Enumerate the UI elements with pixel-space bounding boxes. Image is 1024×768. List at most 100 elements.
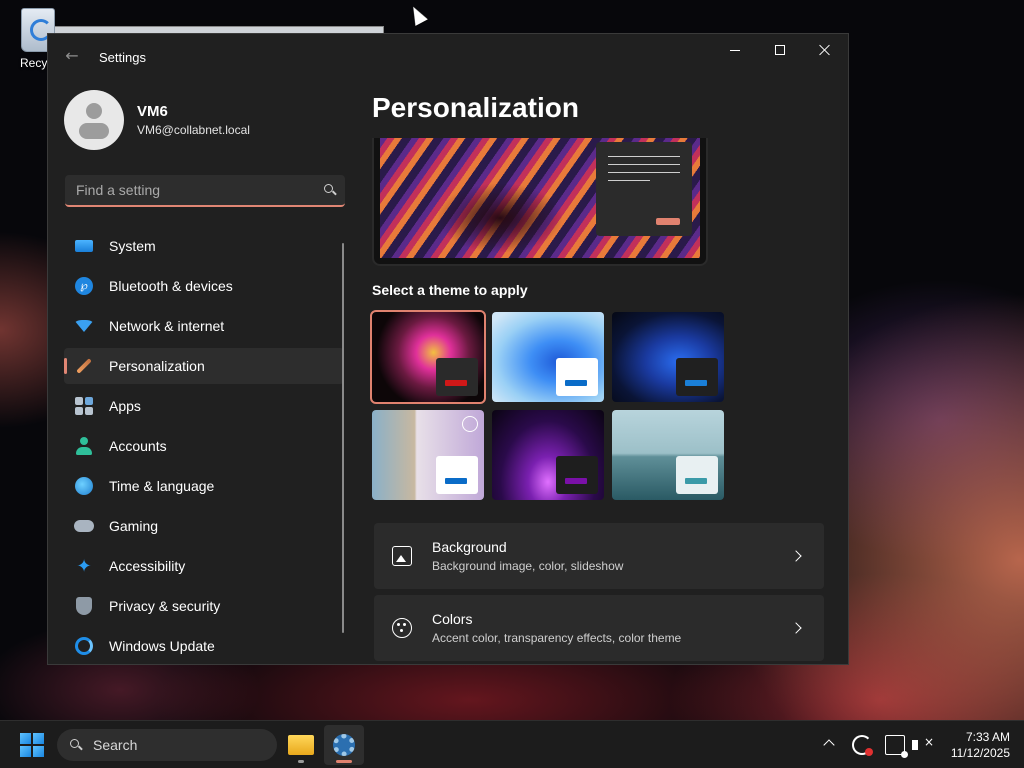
sidebar-item-bluetooth-devices[interactable]: ℘ Bluetooth & devices (64, 268, 344, 304)
apps-icon (74, 396, 94, 416)
search-icon[interactable] (315, 175, 345, 205)
sidebar-item-windows-update[interactable]: Windows Update (64, 628, 344, 664)
sidebar-item-label: Privacy & security (109, 598, 221, 614)
theme-accent-swatch (445, 380, 467, 386)
sidebar-item-label: Personalization (109, 358, 205, 374)
sidebar-item-label: Accessibility (109, 558, 186, 574)
page-title: Personalization (372, 92, 579, 123)
settings-window: ← Settings VM6 VM6@collabnet.local Syste… (47, 33, 849, 665)
minimize-button[interactable] (712, 34, 758, 66)
sidebar-item-label: System (109, 238, 156, 254)
sidebar-item-label: Gaming (109, 518, 159, 534)
background-card[interactable]: Background Background image, color, slid… (374, 523, 824, 589)
sidebar-item-time-language[interactable]: Time & language (64, 468, 344, 504)
sidebar-item-privacy-security[interactable]: Privacy & security (64, 588, 344, 624)
wifi-icon (74, 316, 94, 336)
clock-date: 11/12/2025 (950, 746, 1010, 760)
theme-accent-swatch (565, 380, 587, 386)
avatar (64, 90, 124, 150)
theme-tile[interactable] (492, 410, 604, 500)
globe-clock-icon (74, 476, 94, 496)
palette-icon (392, 618, 412, 638)
sidebar-item-accounts[interactable]: Accounts (64, 428, 344, 464)
file-explorer-button[interactable] (281, 725, 321, 765)
brush-icon (74, 356, 94, 376)
bluetooth-icon: ℘ (74, 276, 94, 296)
sidebar-item-label: Network & internet (109, 318, 225, 334)
monitor-icon (74, 236, 94, 256)
taskbar-search-label: Search (93, 737, 138, 753)
search-icon (61, 730, 91, 760)
theme-mini-window (556, 358, 598, 396)
chevron-right-icon (790, 622, 802, 634)
theme-mini-window (436, 456, 478, 494)
taskbar: Search 7:33 AM 11/12/2025 (0, 720, 1024, 768)
sidebar-item-label: Apps (109, 398, 141, 414)
theme-mini-window (556, 456, 598, 494)
person-icon (74, 436, 94, 456)
folder-icon (288, 735, 314, 755)
find-setting-search[interactable] (65, 175, 345, 207)
update-icon (74, 636, 94, 656)
search-input[interactable] (65, 175, 315, 205)
sidebar-item-system[interactable]: System (64, 228, 344, 264)
mouse-cursor (407, 3, 428, 26)
network-icon[interactable] (885, 735, 908, 758)
theme-tile[interactable] (612, 312, 724, 402)
theme-tile[interactable] (372, 410, 484, 500)
profile-name: VM6 (137, 103, 168, 120)
theme-mini-window (676, 358, 718, 396)
theme-accent-swatch (685, 478, 707, 484)
sidebar-item-label: Accounts (109, 438, 167, 454)
spotlight-badge-icon (462, 416, 478, 432)
theme-grid (370, 310, 724, 500)
volume-muted-icon[interactable] (912, 735, 934, 750)
gear-icon (333, 734, 355, 756)
theme-preview (372, 138, 708, 266)
theme-tile[interactable] (370, 310, 486, 404)
clock[interactable]: 7:33 AM 11/12/2025 (940, 729, 1010, 761)
sidebar-scrollbar[interactable] (342, 243, 344, 633)
theme-mini-window (676, 456, 718, 494)
background-card-subtitle: Background image, color, slideshow (432, 559, 624, 573)
theme-mini-window (436, 358, 478, 396)
show-hidden-icons-chevron-icon[interactable] (823, 739, 835, 751)
taskbar-search[interactable]: Search (57, 729, 277, 761)
theme-accent-swatch (685, 380, 707, 386)
colors-card[interactable]: Colors Accent color, transparency effect… (374, 595, 824, 661)
maximize-icon (775, 45, 785, 55)
start-button[interactable] (20, 733, 44, 757)
sidebar-nav: System ℘ Bluetooth & devices Network & inte… (64, 228, 344, 664)
theme-accent-swatch (565, 478, 587, 484)
accessibility-icon: ✦ (76, 555, 92, 576)
theme-tile[interactable] (492, 312, 604, 402)
sidebar-item-personalization[interactable]: Personalization (64, 348, 344, 384)
shield-icon (74, 596, 94, 616)
controller-icon (74, 516, 94, 536)
sync-alert-icon[interactable] (852, 735, 873, 756)
sidebar-item-apps[interactable]: Apps (64, 388, 344, 424)
preview-window (596, 142, 692, 236)
sidebar-item-label: Time & language (109, 478, 215, 494)
minimize-icon (730, 49, 740, 51)
back-button[interactable]: ← (62, 46, 82, 66)
sidebar-item-network-internet[interactable]: Network & internet (64, 308, 344, 344)
themes-section-label: Select a theme to apply (372, 282, 528, 298)
profile-email: VM6@collabnet.local (137, 123, 250, 137)
settings-taskbar-button[interactable] (324, 725, 364, 765)
close-button[interactable] (802, 34, 848, 66)
sidebar-item-label: Bluetooth & devices (109, 278, 233, 294)
image-icon (392, 546, 412, 566)
sidebar-item-accessibility[interactable]: ✦ Accessibility (64, 548, 344, 584)
background-card-title: Background (432, 539, 507, 555)
app-title: Settings (99, 50, 146, 65)
colors-card-subtitle: Accent color, transparency effects, colo… (432, 631, 682, 645)
title-bar[interactable]: ← Settings (48, 34, 848, 74)
maximize-button[interactable] (757, 34, 803, 66)
colors-card-title: Colors (432, 611, 473, 627)
app-active-indicator (336, 760, 352, 763)
sidebar-item-label: Windows Update (109, 638, 215, 654)
sidebar-item-gaming[interactable]: Gaming (64, 508, 344, 544)
theme-tile[interactable] (612, 410, 724, 500)
user-profile[interactable]: VM6 VM6@collabnet.local (64, 90, 250, 150)
